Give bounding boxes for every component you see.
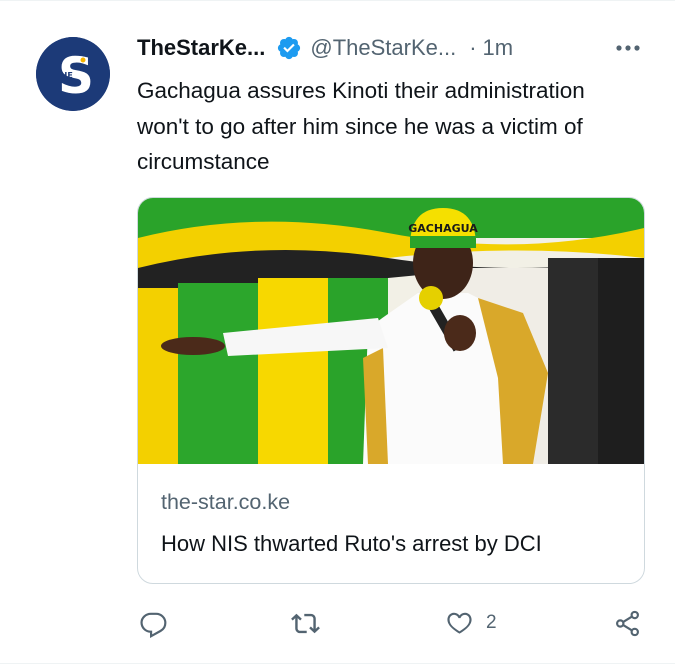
- share-icon: [616, 610, 639, 636]
- card-image[interactable]: GACHAGUA: [138, 198, 644, 464]
- reply-icon: [140, 612, 167, 638]
- tweet-header: TheStarKe... @TheStarKe... · 1m: [137, 31, 647, 65]
- retweet-button[interactable]: [291, 603, 332, 643]
- separator-dot: ·: [469, 35, 477, 60]
- tweet[interactable]: S THE TheStarKe... @TheStarKe... · 1m Ga…: [0, 0, 675, 664]
- share-button[interactable]: [613, 603, 642, 643]
- link-card[interactable]: GACHAGUA the-star.co.ke How NIS thwarted…: [137, 197, 645, 584]
- like-button[interactable]: 2: [445, 603, 497, 643]
- avatar[interactable]: S THE: [36, 37, 110, 111]
- tweet-actions: 2: [137, 603, 647, 643]
- card-photo: GACHAGUA: [138, 198, 644, 464]
- retweet-icon: [291, 613, 320, 633]
- heart-icon: [447, 612, 472, 634]
- timestamp[interactable]: 1m: [483, 35, 514, 61]
- verified-badge-icon: [278, 36, 301, 60]
- like-count: 2: [486, 612, 497, 633]
- card-domain: the-star.co.ke: [161, 490, 291, 514]
- reply-button[interactable]: [139, 603, 180, 643]
- svg-text:THE: THE: [55, 71, 73, 80]
- more-options-icon[interactable]: [615, 37, 641, 59]
- author-name[interactable]: TheStarKe...: [137, 35, 265, 61]
- tweet-text: Gachagua assures Kinoti their administra…: [137, 78, 585, 174]
- thestar-logo-icon: S THE: [36, 37, 110, 111]
- svg-text:GACHAGUA: GACHAGUA: [408, 222, 478, 235]
- author-handle[interactable]: @TheStarKe...: [310, 35, 456, 61]
- card-title: How NIS thwarted Ruto's arrest by DCI: [161, 531, 542, 556]
